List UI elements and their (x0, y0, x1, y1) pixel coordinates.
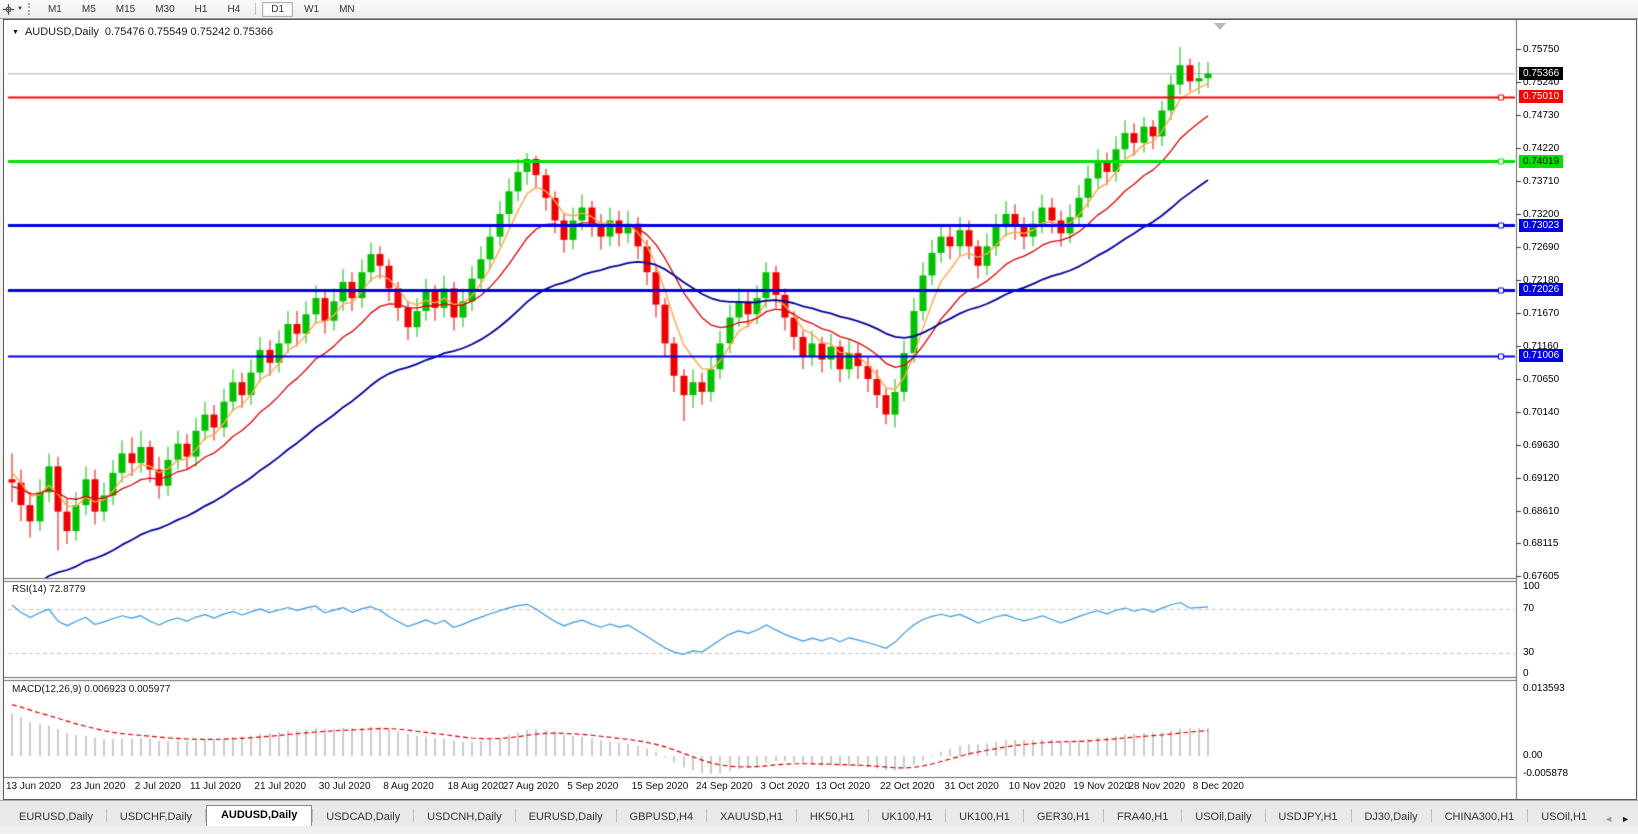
symbol-caret-icon[interactable]: ▼ (12, 29, 19, 36)
price-axis-label: 0.73710 (1523, 175, 1559, 188)
price-axis-label: 0.68610 (1523, 505, 1559, 518)
date-axis-label: 3 Oct 2020 (760, 781, 809, 792)
timeframe-button-h4[interactable]: H4 (218, 2, 249, 17)
chart-tab-audusd-daily[interactable]: AUDUSD,Daily (206, 805, 312, 827)
date-axis-label: 23 Jun 2020 (70, 781, 125, 792)
price-axis-label: 0.72690 (1523, 241, 1559, 254)
price-axis-label: 0.74220 (1523, 142, 1559, 155)
price-axis-label: 0.74730 (1523, 109, 1559, 122)
chart-tab-usdchf-daily[interactable]: USDCHF,Daily (107, 808, 205, 827)
date-axis-label: 30 Jul 2020 (319, 781, 371, 792)
date-axis-label: 13 Oct 2020 (816, 781, 870, 792)
timeframe-toolbar: ▼ M1M5M15M30H1H4 D1W1MN (0, 0, 1638, 19)
chart-tab-eurusd-daily[interactable]: EURUSD,Daily (6, 808, 106, 827)
chart-tab-usdcnh-daily[interactable]: USDCNH,Daily (414, 808, 515, 827)
chart-tab-gbpusd-h4[interactable]: GBPUSD,H4 (617, 808, 707, 827)
chart-tab-dj30-daily[interactable]: DJ30,Daily (1351, 808, 1430, 827)
status-strip (0, 826, 1638, 834)
timeframe-button-m1[interactable]: M1 (39, 2, 71, 17)
hline-price-tag: 0.71006 (1519, 349, 1563, 362)
macd-axis-label: 0.013593 (1523, 683, 1565, 694)
price-axis-label: 0.69630 (1523, 439, 1559, 452)
price-axis-label: 0.69120 (1523, 472, 1559, 485)
timeframe-buttons: M1M5M15M30H1H4 D1W1MN (38, 2, 365, 17)
macd-indicator-label: MACD(12,26,9) 0.006923 0.005977 (12, 684, 170, 695)
price-axis-label: 0.75750 (1523, 43, 1559, 56)
timeframe-button-w1[interactable]: W1 (295, 2, 328, 17)
tabs-scroll-right-icon[interactable]: ► (1621, 814, 1630, 824)
timeframe-button-m15[interactable]: M15 (107, 2, 144, 17)
rsi-axis-label: 100 (1523, 581, 1540, 592)
date-axis-label: 31 Oct 2020 (944, 781, 998, 792)
current-price-tag: 0.75366 (1519, 67, 1563, 80)
date-axis-label: 2 Jul 2020 (135, 781, 181, 792)
macd-axis-label: 0.00 (1523, 750, 1542, 761)
hline-price-tag: 0.72026 (1519, 283, 1563, 296)
rsi-axis-label: 0 (1523, 668, 1529, 679)
price-axis-label: 0.71670 (1523, 307, 1559, 320)
chart-tab-usoil-daily[interactable]: USOil,Daily (1182, 808, 1264, 827)
toolbar-separator (255, 3, 256, 15)
chart-tab-uk100-h1[interactable]: UK100,H1 (946, 808, 1023, 827)
crosshair-icon[interactable]: ▼ (0, 1, 26, 17)
date-axis-label: 28 Nov 2020 (1128, 781, 1185, 792)
date-axis-label: 19 Nov 2020 (1073, 781, 1130, 792)
chart-symbol-label: AUDUSD,Daily (25, 26, 99, 38)
chart-window[interactable]: ▼ AUDUSD,Daily 0.75476 0.75549 0.75242 0… (3, 19, 1637, 800)
price-axis-label: 0.70140 (1523, 406, 1559, 419)
chart-tab-hk50-h1[interactable]: HK50,H1 (797, 808, 868, 827)
date-axis-label: 8 Dec 2020 (1193, 781, 1244, 792)
chart-tab-fra40-h1[interactable]: FRA40,H1 (1104, 808, 1181, 827)
chart-tab-usdcad-daily[interactable]: USDCAD,Daily (313, 808, 413, 827)
rsi-indicator-label: RSI(14) 72.8779 (12, 584, 85, 595)
chart-tab-china300-h1[interactable]: CHINA300,H1 (1432, 808, 1528, 827)
timeframe-button-mn[interactable]: MN (330, 2, 364, 17)
chart-tabs: EURUSD,DailyUSDCHF,DailyAUDUSD,DailyUSDC… (6, 803, 1600, 827)
date-axis-label: 15 Sep 2020 (632, 781, 689, 792)
chart-tab-xauusd-h1[interactable]: XAUUSD,H1 (707, 808, 796, 827)
timeframe-button-m30[interactable]: M30 (146, 2, 183, 17)
date-axis-label: 8 Aug 2020 (383, 781, 434, 792)
chart-tab-usoil-h1[interactable]: USOil,H1 (1528, 808, 1600, 827)
date-axis-label: 18 Aug 2020 (448, 781, 504, 792)
date-axis-label: 27 Aug 2020 (503, 781, 559, 792)
price-chart-canvas[interactable] (4, 20, 1636, 799)
date-axis-label: 11 Jul 2020 (190, 781, 241, 792)
timeframe-button-h1[interactable]: H1 (186, 2, 217, 17)
date-axis-label: 10 Nov 2020 (1009, 781, 1066, 792)
last-bar-marker-icon (1214, 23, 1226, 30)
date-axis-label: 24 Sep 2020 (696, 781, 753, 792)
toolbar-caret-down-icon[interactable]: ▼ (17, 6, 23, 12)
hline-price-tag: 0.74019 (1519, 155, 1563, 168)
toolbar-grip[interactable] (28, 3, 33, 15)
price-axis-label: 0.70650 (1523, 373, 1559, 386)
date-axis-label: 5 Sep 2020 (567, 781, 618, 792)
hline-price-tag: 0.75010 (1519, 90, 1563, 103)
timeframe-button-m5[interactable]: M5 (73, 2, 105, 17)
rsi-axis-label: 30 (1523, 647, 1534, 658)
rsi-axis-label: 70 (1523, 603, 1534, 614)
chart-tab-uk100-h1[interactable]: UK100,H1 (868, 808, 945, 827)
timeframe-button-d1[interactable]: D1 (262, 2, 293, 17)
macd-axis-label: -0.005878 (1523, 768, 1568, 779)
price-axis-label: 0.68115 (1523, 537, 1558, 550)
chart-tab-usdjpy-h1[interactable]: USDJPY,H1 (1265, 808, 1350, 827)
date-axis-label: 13 Jun 2020 (6, 781, 61, 792)
chart-tab-bar: EURUSD,DailyUSDCHF,DailyAUDUSD,DailyUSDC… (0, 800, 1638, 827)
chart-tab-ger30-h1[interactable]: GER30,H1 (1024, 808, 1103, 827)
chart-tab-eurusd-daily[interactable]: EURUSD,Daily (516, 808, 616, 827)
date-axis-label: 21 Jul 2020 (254, 781, 306, 792)
chart-title: ▼ AUDUSD,Daily 0.75476 0.75549 0.75242 0… (12, 26, 273, 38)
hline-price-tag: 0.73023 (1519, 219, 1563, 232)
mt4-terminal: ▼ M1M5M15M30H1H4 D1W1MN ▼ AUDUSD,Daily 0.… (0, 0, 1638, 834)
date-axis-label: 22 Oct 2020 (880, 781, 934, 792)
tabs-scroll-left-icon[interactable]: ◄ (1604, 814, 1613, 824)
chart-ohlc-values: 0.75476 0.75549 0.75242 0.75366 (105, 26, 273, 38)
